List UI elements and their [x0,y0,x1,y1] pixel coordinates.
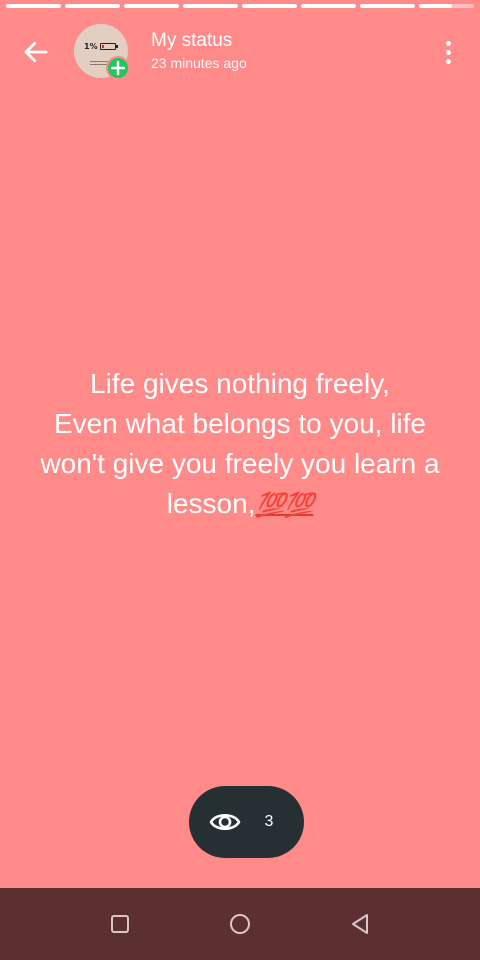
system-back-button[interactable] [340,904,380,944]
hundred-points-emoji: 💯💯 [255,492,314,519]
arrow-left-icon [24,41,48,63]
progress-fill [124,4,179,8]
views-count: 3 [264,813,274,830]
recent-apps-button[interactable] [100,904,140,944]
progress-segment-1 [6,4,61,8]
back-button[interactable] [16,32,56,72]
status-line-1: Life gives nothing freely, [90,368,390,399]
views-button[interactable] [189,786,304,858]
circle-icon [230,914,250,934]
add-status-button[interactable] [106,56,130,80]
progress-segment-2 [65,4,120,8]
eye-icon [209,813,241,831]
status-title-block: My status 23 minutes ago [151,30,247,72]
home-button[interactable] [220,904,260,944]
status-owner-title: My status [151,30,233,51]
battery-icon [99,43,118,50]
progress-fill [419,4,452,8]
progress-fill [242,4,297,8]
more-options-button[interactable] [436,36,460,68]
progress-segment-7 [360,4,415,8]
progress-segment-4 [183,4,238,8]
progress-fill [183,4,238,8]
progress-fill [301,4,356,8]
progress-segment-8 [419,4,474,8]
avatar-battery-text: 1% [84,42,98,51]
square-icon [111,915,129,933]
status-timestamp: 23 minutes ago [151,55,247,71]
status-message: Life gives nothing freely, Even what bel… [24,364,456,526]
status-progress-bars [6,4,474,8]
progress-fill [6,4,61,8]
system-navigation-bar [0,888,480,960]
progress-fill [360,4,415,8]
progress-fill [65,4,120,8]
progress-segment-3 [124,4,179,8]
triangle-back-icon [352,914,368,934]
status-line-2: Even what belongs to you, life won't giv… [40,408,440,519]
plus-icon [111,61,125,75]
progress-segment-6 [301,4,356,8]
status-header: 1% My status 23 minutes ago [0,22,480,82]
progress-segment-5 [242,4,297,8]
more-vertical-icon [445,40,451,46]
